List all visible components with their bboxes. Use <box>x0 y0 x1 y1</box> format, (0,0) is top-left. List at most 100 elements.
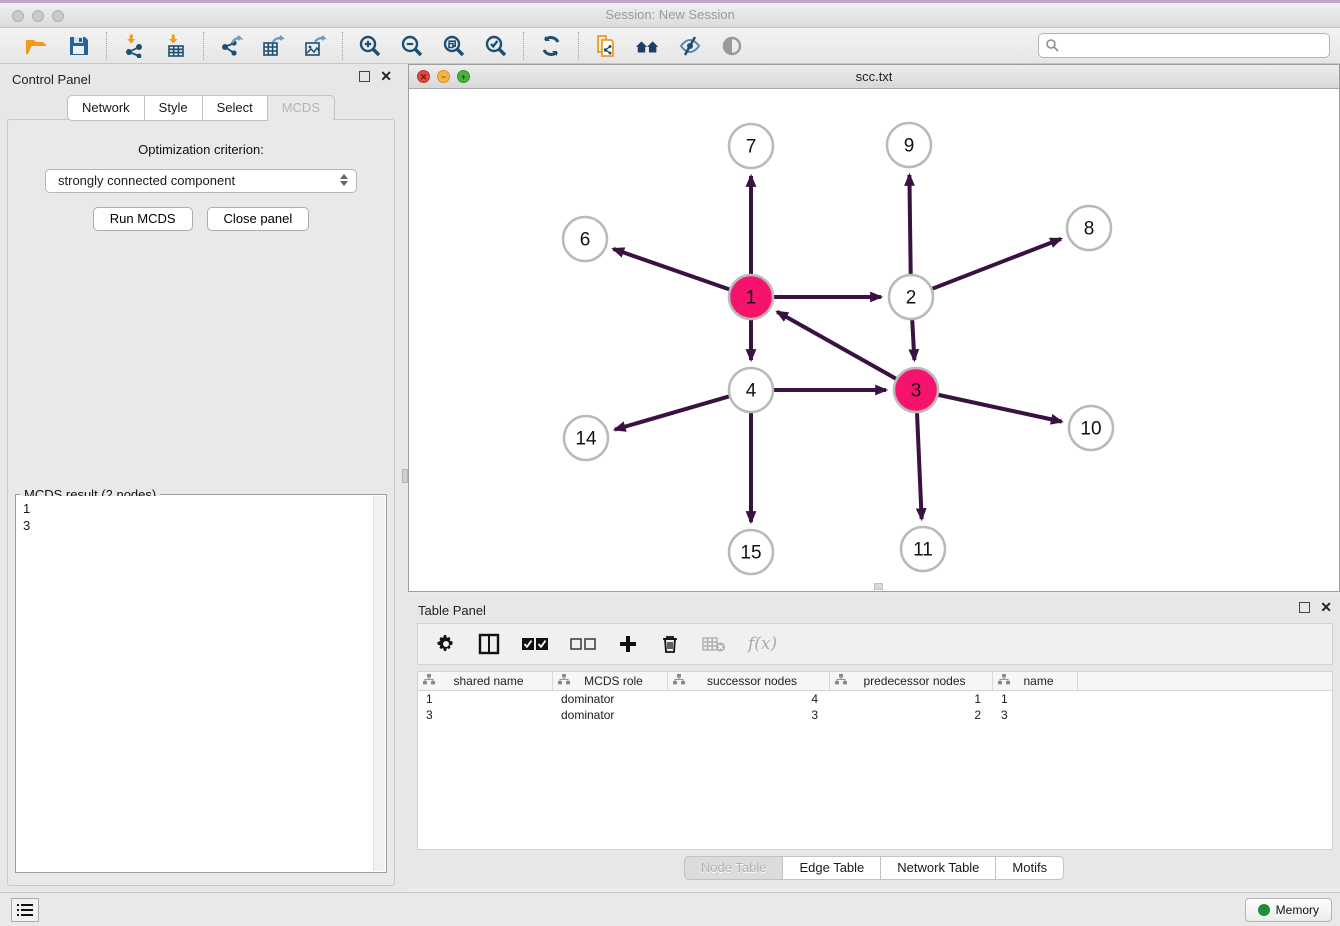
cell-MCDS-role[interactable]: dominator <box>553 707 668 723</box>
export-network-icon[interactable] <box>218 33 244 59</box>
table-row[interactable]: 1dominator411 <box>418 691 1332 707</box>
cell-predecessor-nodes[interactable]: 2 <box>830 707 993 723</box>
cell-name[interactable]: 1 <box>993 691 1078 707</box>
graph-edge-3-11[interactable] <box>917 413 922 519</box>
graph-edge-2-8[interactable] <box>932 239 1061 289</box>
import-network-icon[interactable] <box>121 33 147 59</box>
close-panel-icon[interactable]: ✕ <box>380 71 392 82</box>
network-window-title: scc.txt <box>409 69 1339 84</box>
hide-graphics-icon[interactable] <box>677 33 703 59</box>
table-tab-network-table[interactable]: Network Table <box>881 856 996 880</box>
window-title: Session: New Session <box>0 7 1340 22</box>
search-icon <box>1045 38 1059 55</box>
zoom-in-icon[interactable] <box>357 33 383 59</box>
zoom-selected-icon[interactable] <box>483 33 509 59</box>
graph-node-label-3: 3 <box>911 381 922 402</box>
hierarchy-icon <box>998 674 1010 688</box>
memory-label: Memory <box>1276 903 1319 917</box>
import-table-icon[interactable] <box>163 33 189 59</box>
delete-column-icon[interactable] <box>660 634 680 654</box>
control-panel-tabs: NetworkStyleSelectMCDS <box>0 95 402 121</box>
table-header-row: shared nameMCDS rolesuccessor nodesprede… <box>418 672 1332 691</box>
cell-name[interactable]: 3 <box>993 707 1078 723</box>
column-header-name[interactable]: name <box>993 672 1078 690</box>
table-row[interactable]: 3dominator323 <box>418 707 1332 723</box>
network-graph[interactable]: 7968124314101511 <box>409 89 1339 591</box>
status-bar: Memory <box>0 892 1340 926</box>
graph-edge-2-3[interactable] <box>912 320 914 360</box>
zoom-fit-icon[interactable] <box>441 33 467 59</box>
column-selector-icon[interactable] <box>478 633 500 655</box>
optimization-criterion-select[interactable]: strongly connected component <box>45 169 357 193</box>
column-header-predecessor-nodes[interactable]: predecessor nodes <box>830 672 993 690</box>
close-table-panel-icon[interactable]: ✕ <box>1320 602 1332 613</box>
create-column-icon[interactable] <box>618 634 638 654</box>
network-window-titlebar[interactable]: ✕ − + scc.txt <box>409 65 1339 89</box>
home-networks-icon[interactable] <box>635 33 661 59</box>
graph-node-label-11: 11 <box>913 540 933 561</box>
control-tab-style[interactable]: Style <box>145 95 203 121</box>
result-scrollbar[interactable] <box>373 496 385 871</box>
mcds-result-box: MCDS result (2 nodes) 1 3 <box>15 494 387 873</box>
show-details-icon[interactable] <box>719 33 745 59</box>
hierarchy-icon <box>835 674 847 688</box>
function-builder-icon[interactable]: f(x) <box>748 634 777 654</box>
column-header-filler <box>1078 672 1332 690</box>
cell-MCDS-role[interactable]: dominator <box>553 691 668 707</box>
graph-node-label-10: 10 <box>1080 419 1101 440</box>
graph-edge-3-10[interactable] <box>938 395 1061 422</box>
export-table-icon[interactable] <box>260 33 286 59</box>
save-session-icon[interactable] <box>66 33 92 59</box>
table-tabs: Node TableEdge TableNetwork TableMotifs <box>408 856 1340 880</box>
cell-shared-name[interactable]: 1 <box>418 691 553 707</box>
control-panel-title: Control Panel <box>12 72 91 87</box>
memory-status-icon <box>1258 904 1270 916</box>
control-panel: Control Panel ✕ NetworkStyleSelectMCDS O… <box>0 64 402 892</box>
close-panel-button[interactable]: Close panel <box>207 207 310 231</box>
control-tab-mcds[interactable]: MCDS <box>268 95 335 121</box>
graph-edge-3-1[interactable] <box>777 312 896 379</box>
delete-table-icon[interactable] <box>702 636 726 652</box>
graph-node-label-15: 15 <box>740 543 761 564</box>
graph-edge-1-6[interactable] <box>613 249 729 290</box>
memory-button[interactable]: Memory <box>1245 898 1332 922</box>
refresh-icon[interactable] <box>538 33 564 59</box>
graph-node-label-8: 8 <box>1084 219 1095 240</box>
float-table-panel-icon[interactable] <box>1299 602 1310 613</box>
hierarchy-icon <box>423 674 435 688</box>
main-toolbar <box>0 28 1340 64</box>
table-settings-gear-icon[interactable] <box>436 634 456 654</box>
graph-node-label-7: 7 <box>746 137 757 158</box>
mcds-result-text[interactable]: 1 3 <box>17 496 373 871</box>
task-history-icon[interactable] <box>11 898 39 922</box>
cell-successor-nodes[interactable]: 3 <box>668 707 830 723</box>
column-header-successor-nodes[interactable]: successor nodes <box>668 672 830 690</box>
select-chevrons-icon <box>340 174 348 186</box>
deselect-all-columns-icon[interactable] <box>570 637 596 651</box>
cell-successor-nodes[interactable]: 4 <box>668 691 830 707</box>
open-session-icon[interactable] <box>24 33 50 59</box>
zoom-out-icon[interactable] <box>399 33 425 59</box>
cell-shared-name[interactable]: 3 <box>418 707 553 723</box>
column-header-shared-name[interactable]: shared name <box>418 672 553 690</box>
column-header-MCDS-role[interactable]: MCDS role <box>553 672 668 690</box>
optimization-criterion-label: Optimization criterion: <box>8 142 394 157</box>
graph-node-label-14: 14 <box>575 429 597 450</box>
table-tab-edge-table[interactable]: Edge Table <box>783 856 881 880</box>
canvas-resize-grip[interactable] <box>874 583 883 590</box>
run-mcds-button[interactable]: Run MCDS <box>93 207 193 231</box>
clone-network-icon[interactable] <box>593 33 619 59</box>
graph-edge-2-9[interactable] <box>909 175 910 274</box>
control-tab-network[interactable]: Network <box>67 95 145 121</box>
select-all-columns-icon[interactable] <box>522 637 548 651</box>
table-tab-motifs[interactable]: Motifs <box>996 856 1064 880</box>
search-input[interactable] <box>1038 33 1330 58</box>
cell-predecessor-nodes[interactable]: 1 <box>830 691 993 707</box>
control-tab-select[interactable]: Select <box>203 95 268 121</box>
table-tab-node-table[interactable]: Node Table <box>684 856 784 880</box>
graph-edge-4-14[interactable] <box>615 396 729 429</box>
float-panel-icon[interactable] <box>359 71 370 82</box>
network-canvas[interactable]: 7968124314101511 <box>409 89 1339 591</box>
export-image-icon[interactable] <box>302 33 328 59</box>
app-titlebar: Session: New Session <box>0 3 1340 28</box>
